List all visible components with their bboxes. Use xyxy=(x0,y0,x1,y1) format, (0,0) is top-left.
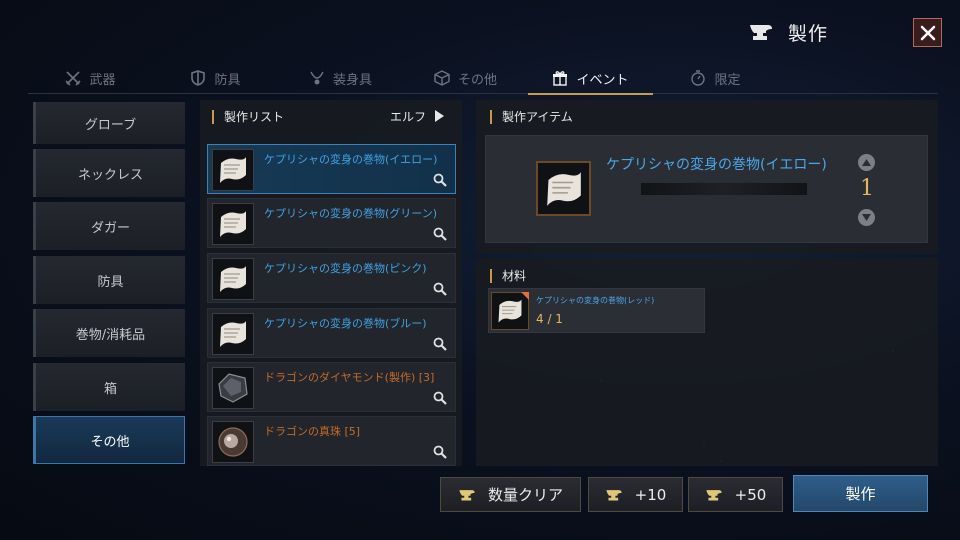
quantity-up-button[interactable] xyxy=(858,154,875,171)
crossed-swords-icon xyxy=(65,71,82,86)
material-name: ケプリシャの変身の巻物(レッド) xyxy=(536,296,655,305)
category-label: 防具 xyxy=(97,274,124,290)
quantity-clear-label: 数量クリア xyxy=(487,486,563,504)
tab-label: イベント xyxy=(576,72,629,88)
materials-header: 材料 xyxy=(490,267,526,284)
necklace-icon xyxy=(310,71,324,85)
plus-10-button[interactable]: +10 xyxy=(588,477,683,512)
play-arrow-icon xyxy=(435,110,445,122)
tab-accessories[interactable]: 装身具 xyxy=(278,62,403,94)
category-dagger[interactable]: ダガー xyxy=(33,202,185,250)
quantity-clear-button[interactable]: 数量クリア xyxy=(440,477,581,512)
triangle-up-icon xyxy=(862,159,871,166)
shield-icon xyxy=(191,70,206,86)
magnifier-icon[interactable] xyxy=(433,391,447,405)
plus-50-button[interactable]: +50 xyxy=(688,477,783,512)
recipe-name: ケプリシャの変身の巻物(グリーン) xyxy=(264,207,438,220)
category-label: 箱 xyxy=(103,381,117,397)
recipe-item[interactable]: ドラゴンのダイヤモンド(製作) [3] xyxy=(207,362,456,412)
tab-bar: 武器 防具 装身具 その他 イベント 限定 xyxy=(28,62,938,95)
page-title: 製作 xyxy=(788,22,829,45)
tab-armor[interactable]: 防具 xyxy=(153,62,278,94)
close-button[interactable] xyxy=(913,18,942,47)
magnifier-icon[interactable] xyxy=(433,227,447,241)
plus-50-label: +50 xyxy=(734,485,767,504)
recipe-item[interactable]: ケプリシャの変身の巻物(グリーン) xyxy=(207,198,456,248)
recipe-list-header: 製作リスト xyxy=(212,108,284,125)
section-marker xyxy=(212,109,214,124)
tab-label: 武器 xyxy=(89,72,116,88)
craft-button[interactable]: 製作 xyxy=(793,475,928,512)
magnifier-icon[interactable] xyxy=(433,445,447,459)
recipe-item[interactable]: ケプリシャの変身の巻物(イエロー) xyxy=(207,144,456,194)
race-filter-label: エルフ xyxy=(390,109,427,124)
scroll-icon xyxy=(212,149,254,191)
anvil-icon xyxy=(606,489,622,501)
race-filter-button[interactable]: エルフ xyxy=(390,108,445,124)
tab-weapons[interactable]: 武器 xyxy=(28,62,153,94)
material-count: 4 / 1 xyxy=(536,312,563,326)
magnifier-icon[interactable] xyxy=(433,173,447,187)
close-icon xyxy=(920,25,935,40)
anvil-icon xyxy=(750,25,772,40)
recipe-name: ドラゴンのダイヤモンド(製作) [3] xyxy=(264,371,435,384)
tab-label: 防具 xyxy=(214,72,241,88)
tab-limited[interactable]: 限定 xyxy=(653,62,778,94)
craft-item-title: 製作アイテム xyxy=(502,110,573,124)
recipe-item[interactable]: ケプリシャの変身の巻物(ピンク) xyxy=(207,253,456,303)
recipe-name: ドラゴンの真珠 [5] xyxy=(264,425,361,438)
craft-button-label: 製作 xyxy=(845,485,876,503)
category-scrolls-consumables[interactable]: 巻物/消耗品 xyxy=(33,309,185,357)
magnifier-icon[interactable] xyxy=(433,337,447,351)
header-title-area: 製作 xyxy=(748,16,828,48)
tab-event[interactable]: イベント xyxy=(528,62,653,95)
recipe-name: ケプリシャの変身の巻物(イエロー) xyxy=(264,153,438,166)
tab-label: 装身具 xyxy=(332,72,372,88)
gift-icon xyxy=(553,71,568,86)
category-label: 巻物/消耗品 xyxy=(75,327,146,343)
category-armor[interactable]: 防具 xyxy=(33,256,185,304)
scroll-icon xyxy=(536,161,591,216)
quantity-value: 1 xyxy=(860,176,874,201)
stopwatch-icon xyxy=(691,70,706,86)
anvil-icon xyxy=(459,489,475,501)
recipe-name: ケプリシャの変身の巻物(ピンク) xyxy=(264,262,427,275)
craft-item-header: 製作アイテム xyxy=(490,108,573,125)
triangle-down-icon xyxy=(862,214,871,221)
materials-title: 材料 xyxy=(502,269,527,283)
recipe-item[interactable]: ケプリシャの変身の巻物(ブルー) xyxy=(207,308,456,358)
category-other[interactable]: その他 xyxy=(33,416,185,464)
craft-item-name: ケプリシャの変身の巻物(イエロー) xyxy=(606,157,827,173)
section-marker xyxy=(490,268,492,283)
diamond-icon xyxy=(212,367,254,409)
category-necklace[interactable]: ネックレス xyxy=(33,149,185,197)
tab-label: その他 xyxy=(457,72,497,88)
anvil-icon xyxy=(706,489,722,501)
scroll-icon xyxy=(212,203,254,245)
craft-item-bar xyxy=(641,183,807,195)
category-label: ネックレス xyxy=(77,167,143,183)
recipe-list-title: 製作リスト xyxy=(224,110,285,124)
rarity-corner-marker xyxy=(521,292,529,300)
category-box[interactable]: 箱 xyxy=(33,363,185,411)
scroll-icon xyxy=(212,313,254,355)
category-label: ダガー xyxy=(90,220,130,236)
section-marker xyxy=(490,109,492,124)
recipe-name: ケプリシャの変身の巻物(ブルー) xyxy=(264,317,427,330)
category-gloves[interactable]: グローブ xyxy=(33,102,185,144)
pearl-icon xyxy=(212,421,254,463)
magnifier-icon[interactable] xyxy=(433,282,447,296)
plus-10-label: +10 xyxy=(634,485,667,504)
quantity-down-button[interactable] xyxy=(858,209,875,226)
box-icon xyxy=(434,70,450,86)
tab-label: 限定 xyxy=(714,72,741,88)
category-label: グローブ xyxy=(84,117,137,133)
tab-other[interactable]: その他 xyxy=(403,62,528,94)
scroll-icon xyxy=(212,258,254,300)
recipe-item[interactable]: ドラゴンの真珠 [5] xyxy=(207,416,456,466)
category-label: その他 xyxy=(90,434,130,450)
